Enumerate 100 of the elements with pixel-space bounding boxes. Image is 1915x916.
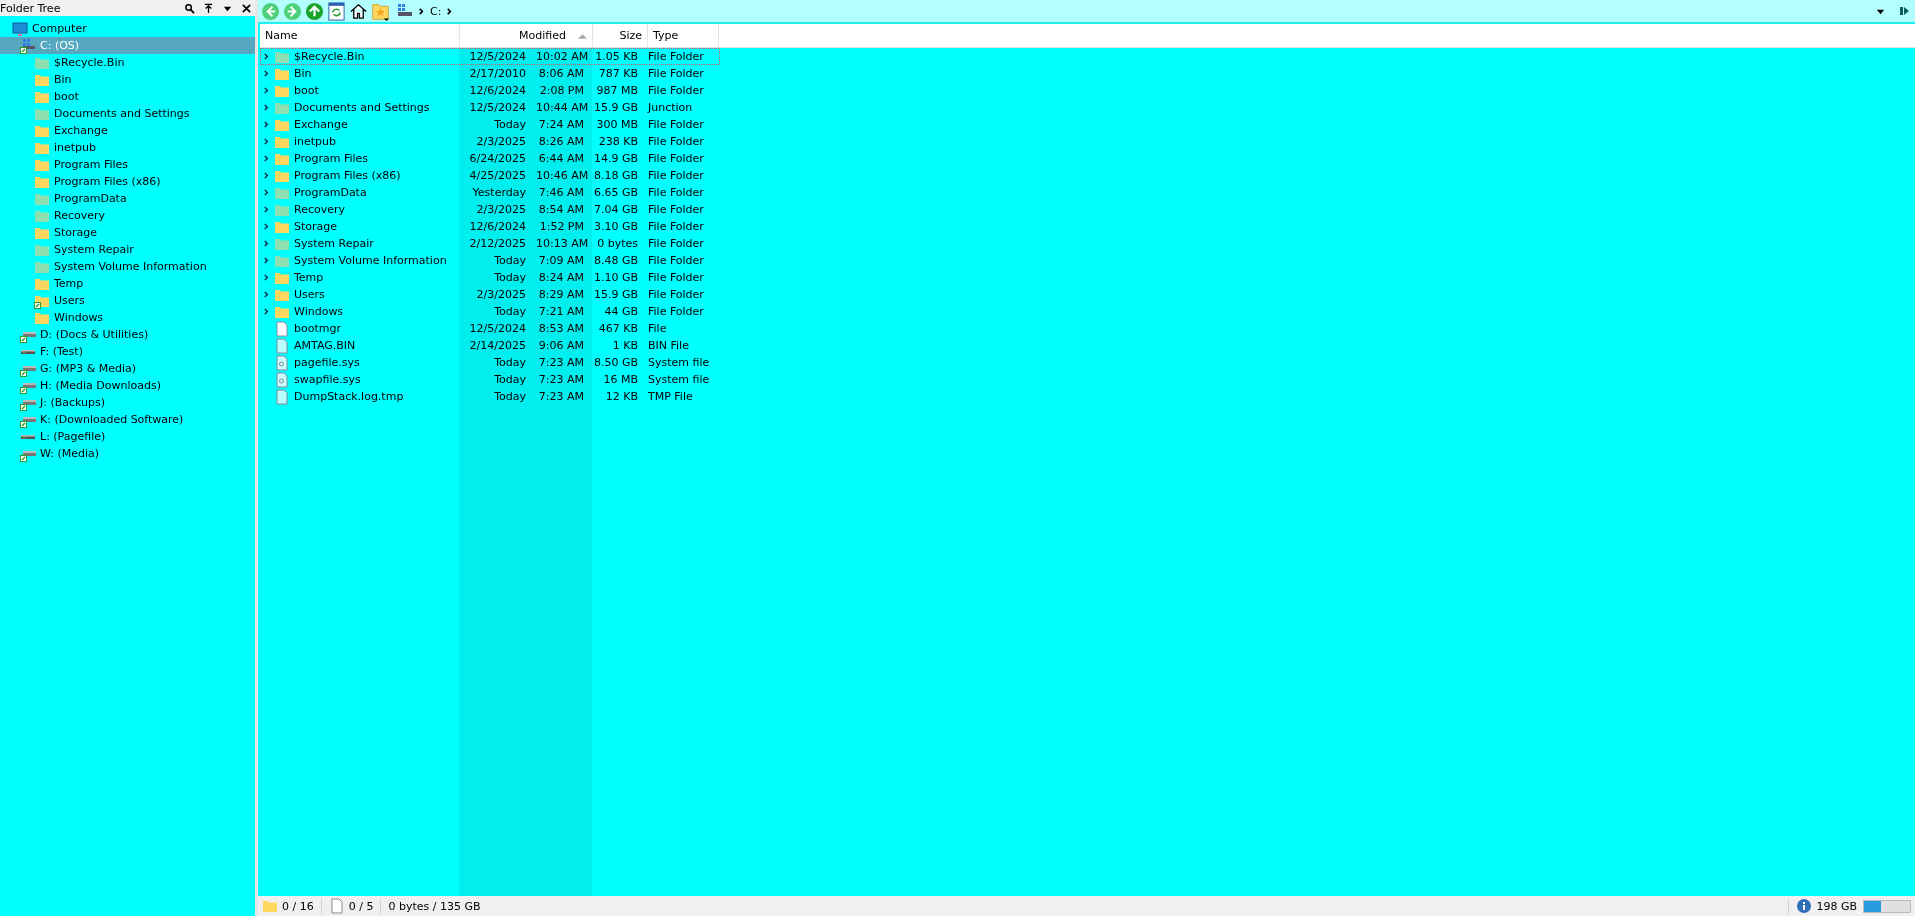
file-size: 8.48 GB bbox=[593, 254, 638, 267]
info-icon[interactable] bbox=[1796, 898, 1813, 914]
tree-item[interactable]: Exchange bbox=[0, 122, 255, 139]
modified-date: 2/3/2025 bbox=[476, 135, 526, 148]
modified-time: 7:21 AM bbox=[537, 305, 584, 318]
tree-item[interactable]: J: (Backups) bbox=[0, 394, 255, 411]
tree-item[interactable]: inetpub bbox=[0, 139, 255, 156]
modified-date: 2/17/2010 bbox=[469, 67, 526, 80]
file-name: $Recycle.Bin bbox=[294, 50, 365, 63]
file-row[interactable]: inetpub 2/3/2025 8:26 AM 238 KB File Folder bbox=[260, 133, 720, 150]
file-row[interactable]: ProgramData Yesterday 7:46 AM 6.65 GB File Folder bbox=[260, 184, 720, 201]
tree-item[interactable]: W: (Media) bbox=[0, 445, 255, 462]
drive-icon bbox=[21, 349, 35, 354]
tree-item[interactable]: System Volume Information bbox=[0, 258, 255, 275]
modified-date: Today bbox=[494, 390, 526, 403]
chevron-icon[interactable] bbox=[446, 6, 454, 16]
tree-item[interactable]: Documents and Settings bbox=[0, 105, 255, 122]
modified-time: 8:26 AM bbox=[537, 135, 584, 148]
file-row[interactable]: DumpStack.log.tmp Today 7:23 AM 12 KB TMP File bbox=[260, 388, 720, 405]
search-icon[interactable] bbox=[184, 2, 195, 14]
file-size: 238 KB bbox=[598, 135, 638, 148]
tree-item[interactable]: L: (Pagefile) bbox=[0, 428, 255, 445]
selection-size: 0 bytes / 135 GB bbox=[388, 899, 481, 913]
column-header[interactable]: Name bbox=[260, 24, 460, 47]
tree-item[interactable]: G: (MP3 & Media) bbox=[0, 360, 255, 377]
column-header[interactable]: Size bbox=[593, 24, 648, 47]
file-name: pagefile.sys bbox=[294, 356, 360, 369]
file-type: File Folder bbox=[648, 254, 704, 267]
file-row[interactable]: bootmgr 12/5/2024 8:53 AM 467 KB File bbox=[260, 320, 720, 337]
home-button[interactable] bbox=[349, 1, 368, 21]
file-row[interactable]: System Repair 2/12/2025 10:13 AM 0 bytes File Folder bbox=[260, 235, 720, 252]
file-name: Storage bbox=[294, 220, 338, 233]
file-row[interactable]: boot 12/6/2024 2:08 PM 987 MB File Folder bbox=[260, 82, 720, 99]
file-size: 987 MB bbox=[596, 84, 638, 97]
file-row[interactable]: AMTAG.BIN 2/14/2025 9:06 AM 1 KB BIN File bbox=[260, 337, 720, 354]
file-row[interactable]: Windows Today 7:21 AM 44 GB File Folder bbox=[260, 303, 720, 320]
modified-date: Today bbox=[494, 356, 526, 369]
file-size: 14.9 GB bbox=[593, 152, 638, 165]
modified-time: 1:52 PM bbox=[538, 220, 584, 233]
tree-item[interactable]: $Recycle.Bin bbox=[0, 54, 255, 71]
tree-item[interactable]: Recovery bbox=[0, 207, 255, 224]
pin-top-icon[interactable] bbox=[203, 2, 214, 14]
tree-item[interactable]: H: (Media Downloads) bbox=[0, 377, 255, 394]
tree-item[interactable]: Program Files bbox=[0, 156, 255, 173]
tree-item[interactable]: Storage bbox=[0, 224, 255, 241]
tree-item[interactable]: Computer bbox=[0, 20, 255, 37]
file-name: Windows bbox=[294, 305, 344, 318]
file-size: 300 MB bbox=[596, 118, 638, 131]
file-row[interactable]: Exchange Today 7:24 AM 300 MB File Folder bbox=[260, 116, 720, 133]
file-row[interactable]: Program Files 6/24/2025 6:44 AM 14.9 GB File Folder bbox=[260, 150, 720, 167]
chevron-icon[interactable] bbox=[418, 6, 425, 16]
file-type: File Folder bbox=[648, 271, 704, 284]
file-type: File Folder bbox=[648, 152, 704, 165]
file-type: File Folder bbox=[648, 288, 704, 301]
modified-date: 2/14/2025 bbox=[469, 339, 526, 352]
tree-item[interactable]: System Repair bbox=[0, 241, 255, 258]
file-size: 16 MB bbox=[603, 373, 638, 386]
tree-item[interactable]: D: (Docs & Utilities) bbox=[0, 326, 255, 343]
tree-item[interactable]: Bin bbox=[0, 71, 255, 88]
close-icon[interactable] bbox=[241, 2, 252, 14]
file-row[interactable]: System Volume Information Today 7:09 AM 8.48 GB File Folder bbox=[260, 252, 720, 269]
file-row[interactable]: Documents and Settings 12/5/2024 10:44 AM 15.9 GB Junction bbox=[260, 99, 720, 116]
refresh-button[interactable] bbox=[327, 1, 346, 21]
file-row[interactable]: Users 2/3/2025 8:29 AM 15.9 GB File Folder bbox=[260, 286, 720, 303]
favorites-button[interactable] bbox=[371, 1, 390, 21]
file-type: File Folder bbox=[648, 84, 704, 97]
up-button[interactable] bbox=[305, 1, 324, 21]
tree-item[interactable]: Windows bbox=[0, 309, 255, 326]
file-row[interactable]: pagefile.sys Today 7:23 AM 8.50 GB System file bbox=[260, 354, 720, 371]
file-name: ProgramData bbox=[294, 186, 367, 199]
file-type: File Folder bbox=[648, 305, 704, 318]
drive-icon bbox=[21, 434, 35, 439]
tree-item[interactable]: Temp bbox=[0, 275, 255, 292]
file-type: TMP File bbox=[648, 390, 693, 403]
breadcrumb-item[interactable]: C: bbox=[430, 4, 442, 18]
file-row[interactable]: swapfile.sys Today 7:23 AM 16 MB System file bbox=[260, 371, 720, 388]
file-name: Documents and Settings bbox=[294, 101, 430, 114]
modified-time: 2:08 PM bbox=[538, 84, 584, 97]
file-row[interactable]: Storage 12/6/2024 1:52 PM 3.10 GB File Folder bbox=[260, 218, 720, 235]
file-row[interactable]: Bin 2/17/2010 8:06 AM 787 KB File Folder bbox=[260, 65, 720, 82]
file-row[interactable]: Temp Today 8:24 AM 1.10 GB File Folder bbox=[260, 269, 720, 286]
gear-file-icon bbox=[274, 354, 290, 371]
modified-date: Today bbox=[494, 254, 526, 267]
file-name: bootmgr bbox=[294, 322, 341, 335]
column-header[interactable]: Type bbox=[648, 24, 719, 47]
file-name: System Volume Information bbox=[294, 254, 447, 267]
tree-item[interactable]: F: (Test) bbox=[0, 343, 255, 360]
file-icon bbox=[274, 388, 290, 405]
tree-item[interactable]: ProgramData bbox=[0, 190, 255, 207]
file-row[interactable]: $Recycle.Bin 12/5/2024 10:02 AM 1.05 KB File Folder bbox=[260, 48, 720, 65]
file-icon bbox=[274, 337, 290, 354]
tree-item[interactable]: K: (Downloaded Software) bbox=[0, 411, 255, 428]
file-row[interactable]: Program Files (x86) 4/25/2025 10:46 AM 8.18 GB File Folder bbox=[260, 167, 720, 184]
panel-toggle-icon[interactable] bbox=[1899, 5, 1911, 17]
column-header[interactable]: Modified bbox=[460, 24, 593, 47]
file-name: Program Files (x86) bbox=[294, 169, 401, 182]
tree-item[interactable]: Program Files (x86) bbox=[0, 173, 255, 190]
tree-item[interactable]: boot bbox=[0, 88, 255, 105]
tree-item[interactable]: Users bbox=[0, 292, 255, 309]
file-row[interactable]: Recovery 2/3/2025 8:54 AM 7.04 GB File Folder bbox=[260, 201, 720, 218]
